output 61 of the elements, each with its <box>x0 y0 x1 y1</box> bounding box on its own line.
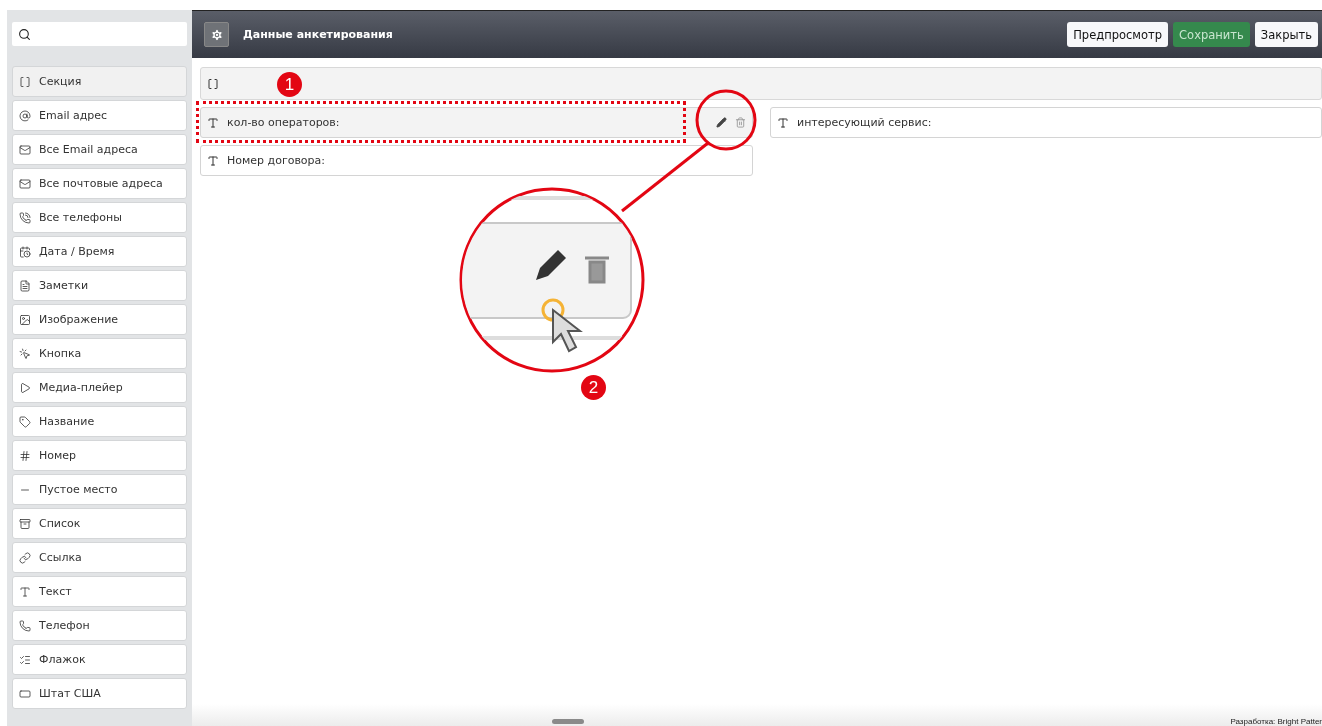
rectangle-icon <box>19 687 31 700</box>
sidebar-item[interactable]: Кнопка <box>12 338 187 369</box>
envelope-icon <box>19 177 31 190</box>
form-field[interactable]: Номер договора: <box>200 145 753 176</box>
sidebar-item[interactable]: Список <box>12 508 187 539</box>
edit-icon[interactable] <box>716 117 727 128</box>
sidebar-item[interactable]: Телефон <box>12 610 187 641</box>
text-icon <box>207 116 219 129</box>
play-icon <box>19 381 31 394</box>
sidebar-item[interactable]: Медиа-плейер <box>12 372 187 403</box>
envelope-icon <box>19 143 31 156</box>
sidebar-item[interactable]: Секция <box>12 66 187 97</box>
sidebar-item[interactable]: Дата / Время <box>12 236 187 267</box>
sidebar-item[interactable]: Ссылка <box>12 542 187 573</box>
trash-icon[interactable] <box>735 117 746 128</box>
sidebar-item[interactable]: Название <box>12 406 187 437</box>
image-icon <box>19 313 31 326</box>
pointer-icon <box>19 347 31 360</box>
header-button[interactable]: Предпросмотр <box>1067 22 1169 47</box>
form-title: Данные анкетирования <box>243 28 394 41</box>
form-field[interactable]: интересующий сервис: <box>770 107 1322 138</box>
text-icon <box>207 154 219 167</box>
search-icon <box>18 27 31 41</box>
archive-icon <box>19 517 31 530</box>
search-field[interactable] <box>12 22 187 46</box>
at-sign-icon <box>19 109 31 122</box>
header-button[interactable]: Закрыть <box>1254 22 1318 47</box>
sidebar-item[interactable]: Номер <box>12 440 187 471</box>
sidebar-item[interactable]: Все телефоны <box>12 202 187 233</box>
hash-icon <box>19 449 31 462</box>
tag-icon <box>19 415 31 428</box>
resize-handle[interactable] <box>552 719 584 724</box>
text-icon <box>777 116 789 129</box>
calendar-icon <box>19 245 31 258</box>
sidebar-item[interactable]: Текст <box>12 576 187 607</box>
settings-button[interactable] <box>204 22 229 47</box>
brackets-icon <box>19 75 31 88</box>
credit-text: Разработка: Bright Patter <box>1230 717 1322 726</box>
sidebar-item[interactable]: Email адрес <box>12 100 187 131</box>
form-field[interactable]: кол-во операторов: <box>200 107 753 138</box>
settings-icon <box>209 27 224 42</box>
field-label: интересующий сервис: <box>797 116 933 129</box>
document-icon <box>19 279 31 292</box>
highlight-circle <box>695 89 757 151</box>
sidebar-item[interactable]: Изображение <box>12 304 187 335</box>
link-icon <box>19 551 31 564</box>
field-label: кол-во операторов: <box>227 116 341 129</box>
field-label: Номер договора: <box>227 154 327 167</box>
step-badge: 2 <box>581 375 606 400</box>
sidebar-item[interactable]: Заметки <box>12 270 187 301</box>
sidebar-item[interactable]: Все Email адреса <box>12 134 187 165</box>
text-icon <box>19 585 31 598</box>
sidebar-item[interactable]: Штат США <box>12 678 187 709</box>
phone-icon <box>19 211 31 224</box>
checklist-icon <box>19 653 31 666</box>
sidebar-item[interactable]: Флажок <box>12 644 187 675</box>
section-bar[interactable] <box>200 67 1322 100</box>
phone-icon <box>19 619 31 632</box>
brackets-icon <box>207 77 219 90</box>
sidebar-item[interactable]: Все почтовые адреса <box>12 168 187 199</box>
sidebar-item[interactable]: Пустое место <box>12 474 187 505</box>
